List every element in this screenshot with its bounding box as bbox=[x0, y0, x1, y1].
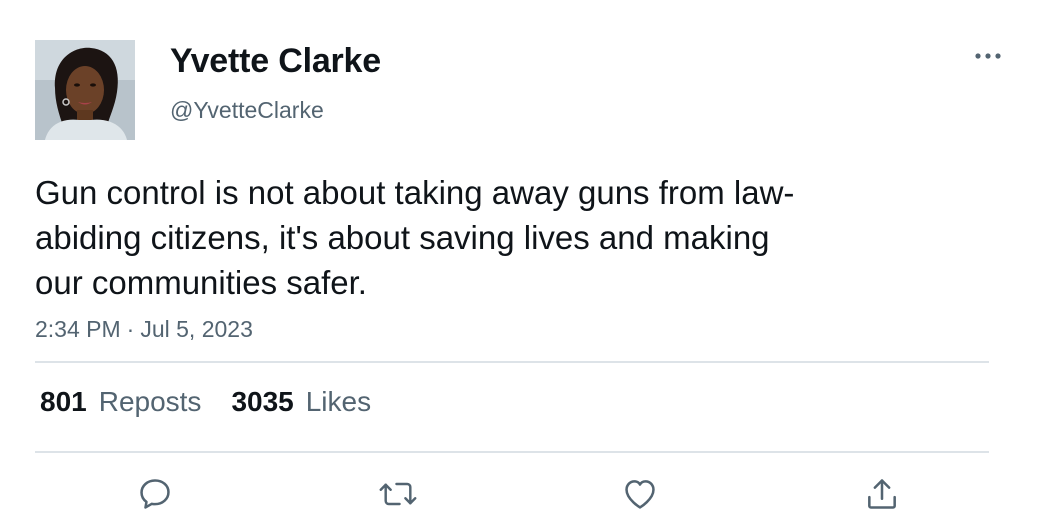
heart-icon bbox=[625, 480, 655, 509]
reposts-label: Reposts bbox=[98, 386, 202, 417]
tweet-text: Gun control is not about taking away gun… bbox=[35, 170, 915, 305]
reposts-stat[interactable]: 801 Reposts bbox=[40, 386, 201, 418]
profile-photo-icon bbox=[35, 40, 135, 140]
divider bbox=[35, 361, 989, 363]
more-options-button[interactable] bbox=[970, 42, 1006, 70]
tweet-date: Jul 5, 2023 bbox=[140, 316, 253, 342]
likes-stat[interactable]: 3035 Likes bbox=[231, 386, 371, 418]
tweet-text-line: abiding citizens, it's about saving live… bbox=[35, 219, 770, 256]
reposts-count: 801 bbox=[40, 386, 87, 417]
tweet-stats: 801 Reposts 3035 Likes bbox=[40, 386, 401, 418]
share-button[interactable] bbox=[860, 472, 904, 516]
likes-count: 3035 bbox=[231, 386, 294, 417]
avatar[interactable] bbox=[35, 40, 135, 140]
tweet-timestamp[interactable]: 2:34 PM · Jul 5, 2023 bbox=[35, 316, 253, 343]
tweet-card: Yvette Clarke @YvetteClarke Gun control … bbox=[0, 0, 1050, 525]
repost-button[interactable] bbox=[376, 472, 420, 516]
author-handle[interactable]: @YvetteClarke bbox=[170, 97, 324, 124]
tweet-text-line: Gun control is not about taking away gun… bbox=[35, 174, 795, 211]
ellipsis-icon bbox=[975, 53, 1001, 59]
like-button[interactable] bbox=[618, 472, 662, 516]
author-display-name[interactable]: Yvette Clarke bbox=[170, 42, 381, 81]
reply-button[interactable] bbox=[133, 472, 177, 516]
tweet-text-line: our communities safer. bbox=[35, 264, 367, 301]
share-icon bbox=[868, 479, 896, 509]
reply-icon bbox=[140, 479, 170, 509]
tweet-time: 2:34 PM bbox=[35, 316, 121, 342]
timestamp-separator: · bbox=[126, 316, 135, 342]
likes-label: Likes bbox=[305, 386, 372, 417]
repost-icon bbox=[379, 482, 417, 506]
divider bbox=[35, 451, 989, 453]
